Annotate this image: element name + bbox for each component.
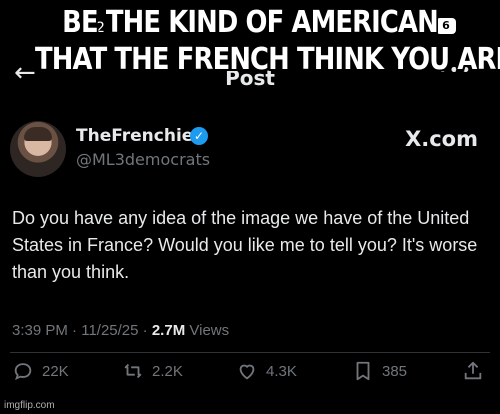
verified-badge-icon: ✓ — [190, 127, 208, 145]
reply-count: 22K — [42, 362, 69, 380]
reply-icon — [14, 363, 32, 380]
views-count: 2.7M — [151, 322, 186, 339]
like-count: 4.3K — [266, 362, 297, 380]
like-button[interactable]: 4.3K — [236, 360, 297, 382]
avatar[interactable] — [10, 121, 66, 177]
repost-count: 2.2K — [152, 362, 183, 380]
heart-icon — [239, 364, 255, 380]
divider — [10, 352, 490, 353]
action-bar: 22K 2.2K 4.3K 385 — [0, 360, 500, 388]
views-label: Views — [189, 322, 230, 339]
x-logo: X.com — [405, 127, 478, 151]
tweet-text: Do you have any idea of the image we hav… — [12, 208, 478, 282]
watermark: imgflip.com — [4, 400, 55, 411]
reply-button[interactable]: 22K — [12, 360, 69, 382]
bookmark-icon — [356, 361, 370, 381]
repost-icon — [124, 363, 142, 379]
author-name[interactable]: TheFrenchie — [76, 126, 193, 146]
tweet-meta: 3:39 PM · 11/25/25 · 2.7M Views — [12, 322, 230, 339]
bookmark-count: 385 — [382, 362, 408, 380]
tweet-date[interactable]: 11/25/25 — [81, 322, 138, 339]
share-icon — [464, 361, 482, 380]
meme-caption: BE THE KIND OF AMERICAN THAT THE FRENCH … — [35, 4, 500, 78]
share-button[interactable] — [462, 360, 484, 382]
caption-line-2: THAT THE FRENCH THINK YOU ARE — [35, 42, 500, 77]
tweet-time[interactable]: 3:39 PM — [12, 322, 68, 339]
author-handle[interactable]: @ML3democrats — [76, 150, 210, 169]
repost-button[interactable]: 2.2K — [122, 360, 183, 382]
bookmark-button[interactable]: 385 — [352, 360, 407, 382]
caption-line-1: BE THE KIND OF AMERICAN — [62, 5, 439, 40]
